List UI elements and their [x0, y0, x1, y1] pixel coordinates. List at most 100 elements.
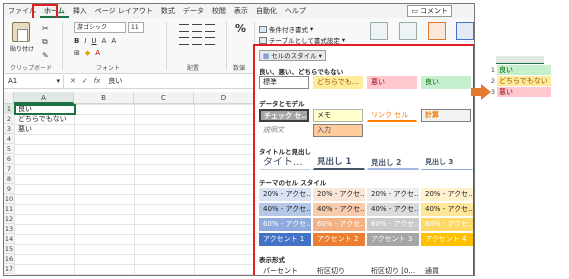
percent-icon[interactable]: % — [235, 22, 246, 35]
column-header-b[interactable]: B — [74, 92, 134, 104]
row-header[interactable]: 15 — [4, 244, 14, 254]
cell-gridlines[interactable] — [14, 104, 254, 275]
align-center-icon[interactable] — [192, 37, 202, 45]
cells-icon[interactable] — [370, 22, 388, 40]
cut-icon[interactable]: ✂ — [42, 24, 49, 33]
style-20-accent-3[interactable]: 20% - アクセ... — [367, 188, 419, 201]
paste-icon[interactable] — [12, 22, 30, 42]
name-box[interactable]: A1 ▾ — [4, 74, 64, 88]
style-heading-1[interactable]: 見出し 1 — [313, 156, 365, 170]
bold-icon[interactable]: B — [74, 37, 79, 45]
column-header-a[interactable]: A — [14, 92, 74, 104]
style-neutral[interactable]: どちらでも... — [313, 76, 363, 89]
row-header[interactable]: 6 — [4, 154, 14, 164]
row-header[interactable]: 3 — [4, 124, 14, 134]
fill-color-icon[interactable]: ◆ — [85, 49, 90, 57]
style-good[interactable]: 良い — [421, 76, 471, 89]
menu-formulas[interactable]: 数式 — [157, 4, 179, 18]
column-header-c[interactable]: C — [134, 92, 194, 104]
format-painter-icon[interactable]: ✎ — [42, 51, 49, 60]
style-accent-2[interactable]: アクセント 2 — [313, 233, 365, 246]
style-title[interactable]: タイト... — [259, 156, 311, 170]
row-header[interactable]: 8 — [4, 174, 14, 184]
formula-input[interactable]: 良い — [100, 76, 122, 86]
select-all-corner[interactable] — [4, 92, 14, 104]
style-60-accent-4[interactable]: 60% - アクセ... — [421, 218, 473, 231]
row-header[interactable]: 1 — [4, 104, 14, 114]
style-accent-3[interactable]: アクセント 3 — [367, 233, 419, 246]
style-accent-4[interactable]: アクセント 4 — [421, 233, 473, 246]
style-currency[interactable]: 通貨 — [421, 265, 473, 275]
menu-help[interactable]: ヘルプ — [281, 4, 310, 18]
style-input[interactable]: 入力 — [313, 124, 363, 137]
cell-a3[interactable]: 悪い — [18, 124, 32, 134]
menu-data[interactable]: データ — [179, 4, 208, 18]
style-normal[interactable]: 標準 — [259, 76, 309, 89]
italic-icon[interactable]: I — [84, 37, 86, 45]
align-top-icon[interactable] — [179, 24, 189, 32]
row-header[interactable]: 16 — [4, 254, 14, 264]
row-header[interactable]: 7 — [4, 164, 14, 174]
style-calculation[interactable]: 計算 — [421, 109, 471, 122]
row-header[interactable]: 9 — [4, 184, 14, 194]
row-header[interactable]: 5 — [4, 144, 14, 154]
copy-icon[interactable]: ⧉ — [42, 37, 49, 47]
conditional-format-button[interactable]: 条件付き書式 ▾ — [259, 24, 313, 34]
style-60-accent-1[interactable]: 60% - アクセ... — [259, 218, 311, 231]
style-linked-cell[interactable]: リンク セル — [367, 109, 417, 122]
row-header[interactable]: 11 — [4, 204, 14, 214]
cell-styles-button[interactable]: ▦ セルのスタイル ▾ — [259, 50, 326, 61]
menu-automate[interactable]: 自動化 — [252, 4, 281, 18]
style-check-cell[interactable]: チェック セ... — [259, 109, 309, 122]
row-header[interactable]: 17 — [4, 264, 14, 274]
enter-icon[interactable]: ✓ — [82, 77, 88, 85]
row-header[interactable]: 2 — [4, 114, 14, 124]
style-60-accent-2[interactable]: 60% - アクセ... — [313, 218, 365, 231]
style-20-accent-2[interactable]: 20% - アクセ... — [313, 188, 365, 201]
shrink-font-icon[interactable]: A — [111, 37, 116, 45]
row-header[interactable]: 13 — [4, 224, 14, 234]
fx-icon[interactable]: fx — [94, 77, 101, 85]
style-accent-1[interactable]: アクセント 1 — [259, 233, 311, 246]
menu-review[interactable]: 校閲 — [208, 4, 230, 18]
style-heading-2[interactable]: 見出し 2 — [367, 156, 419, 170]
style-percent[interactable]: パーセント — [259, 265, 311, 275]
font-color-icon[interactable]: A — [95, 49, 100, 57]
style-20-accent-1[interactable]: 20% - アクセ... — [259, 188, 311, 201]
menu-page-layout[interactable]: ページ レイアウト — [91, 4, 157, 18]
style-comma[interactable]: 桁区切り — [313, 265, 365, 275]
font-size-select[interactable]: 11 — [128, 22, 144, 33]
row-header[interactable]: 12 — [4, 214, 14, 224]
borders-icon[interactable]: ⊞ — [74, 49, 80, 57]
align-left-icon[interactable] — [179, 37, 189, 45]
menu-view[interactable]: 表示 — [230, 4, 252, 18]
style-explanatory[interactable]: 説明文 — [259, 124, 309, 137]
cancel-icon[interactable]: ✕ — [70, 77, 76, 85]
align-right-icon[interactable] — [205, 37, 215, 45]
style-bad[interactable]: 悪い — [367, 76, 417, 89]
row-header[interactable]: 4 — [4, 134, 14, 144]
analysis-icon[interactable] — [456, 22, 474, 40]
comment-button[interactable]: ▭ コメント — [407, 5, 452, 17]
style-20-accent-4[interactable]: 20% - アクセ... — [421, 188, 473, 201]
grow-font-icon[interactable]: A — [102, 37, 107, 45]
cell-a2[interactable]: どちらでもない — [18, 114, 67, 124]
style-comma-0[interactable]: 桁区切り [0... — [367, 265, 419, 275]
underline-icon[interactable]: U — [91, 37, 96, 45]
menu-insert[interactable]: 挿入 — [69, 4, 91, 18]
style-heading-3[interactable]: 見出し 3 — [421, 156, 473, 170]
style-60-accent-3[interactable]: 60% - アクセ... — [367, 218, 419, 231]
addin-icon[interactable] — [428, 22, 446, 40]
row-header[interactable]: 10 — [4, 194, 14, 204]
style-memo[interactable]: メモ — [313, 109, 363, 122]
column-header-d[interactable]: D — [194, 92, 254, 104]
align-middle-icon[interactable] — [192, 24, 202, 32]
font-name-select[interactable]: 游ゴシック — [74, 22, 126, 33]
align-bottom-icon[interactable] — [205, 24, 215, 32]
style-40-accent-3[interactable]: 40% - アクセ... — [367, 203, 419, 216]
style-40-accent-4[interactable]: 40% - アクセ... — [421, 203, 473, 216]
edit-icon[interactable] — [399, 22, 417, 40]
style-40-accent-1[interactable]: 40% - アクセ... — [259, 203, 311, 216]
row-header[interactable]: 14 — [4, 234, 14, 244]
style-40-accent-2[interactable]: 40% - アクセ... — [313, 203, 365, 216]
